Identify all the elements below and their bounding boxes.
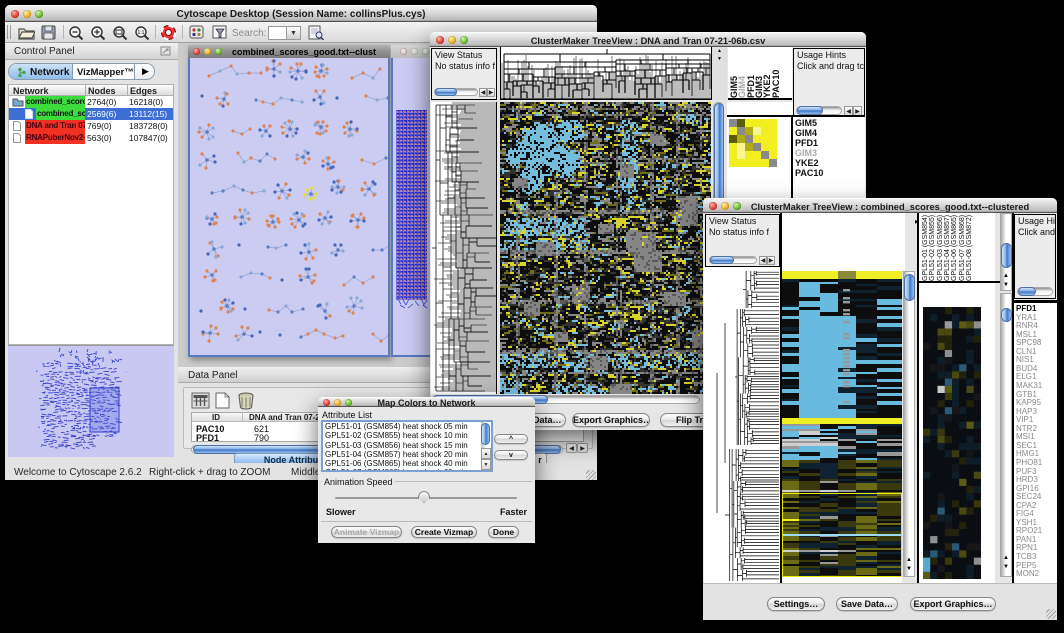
svg-text:1:1: 1:1 (138, 30, 145, 36)
